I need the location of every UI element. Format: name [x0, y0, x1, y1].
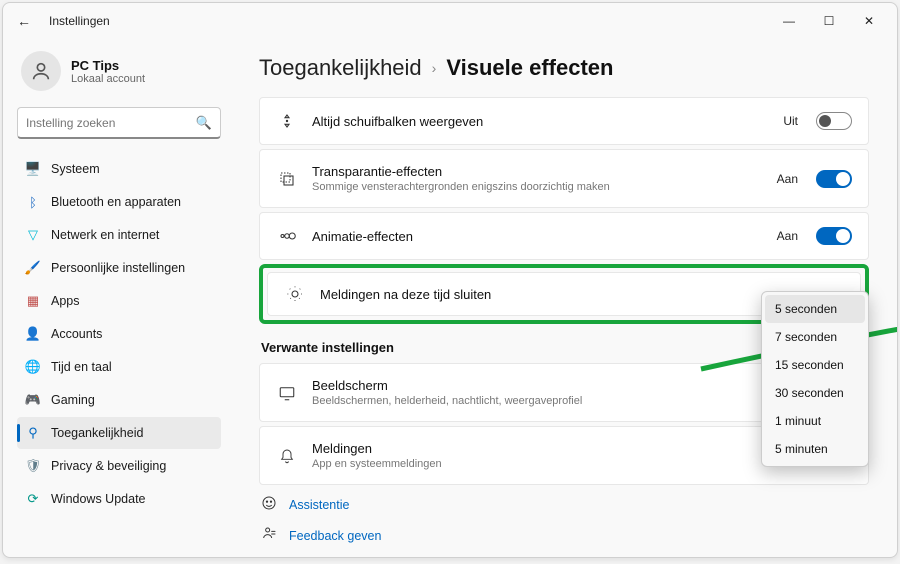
back-button[interactable]: ←	[17, 13, 37, 29]
window-title: Instellingen	[49, 14, 110, 28]
pers-icon: 🖌️	[25, 260, 41, 276]
row-notifs-sub: App en systeemmeldingen	[312, 458, 827, 470]
sidebar-item-label: Tijd en taal	[51, 360, 112, 374]
link-assist-label: Assistentie	[289, 498, 349, 512]
content-pane: Toegankelijkheid › Visuele effecten Alti…	[231, 39, 897, 557]
sidebar-item-label: Privacy & beveiliging	[51, 459, 166, 473]
minimize-button[interactable]: —	[769, 7, 809, 35]
row-transparency-state: Aan	[777, 172, 798, 186]
sidebar-item-game[interactable]: 🎮 Gaming	[17, 384, 221, 416]
dropdown-option[interactable]: 5 minuten	[765, 435, 865, 463]
sidebar-item-net[interactable]: ▽ Netwerk en internet	[17, 219, 221, 251]
sidebar-item-time[interactable]: 🌐 Tijd en taal	[17, 351, 221, 383]
chevron-right-icon: ›	[432, 60, 437, 76]
toggle-scrollbars[interactable]	[816, 112, 852, 130]
sidebar-item-system[interactable]: 🖥️ Systeem	[17, 153, 221, 185]
sidebar-item-label: Toegankelijkheid	[51, 426, 143, 440]
sidebar: PC Tips Lokaal account 🔍 🖥️ Systeem ᛒ Bluet…	[3, 39, 231, 557]
scrollbar-icon	[276, 113, 298, 129]
row-scrollbars-title: Altijd schuifbalken weergeven	[312, 114, 769, 129]
row-display-title: Beeldscherm	[312, 378, 827, 393]
acct-icon: 👤	[25, 326, 41, 342]
breadcrumb-parent[interactable]: Toegankelijkheid	[259, 55, 422, 81]
dropdown-option[interactable]: 1 minuut	[765, 407, 865, 435]
row-animation-state: Aan	[777, 229, 798, 243]
profile-sub: Lokaal account	[71, 73, 145, 85]
link-feedback-label: Feedback geven	[289, 529, 381, 543]
row-transparency-title: Transparantie-effecten	[312, 164, 763, 179]
sidebar-item-label: Apps	[51, 294, 80, 308]
row-scrollbars[interactable]: Altijd schuifbalken weergeven Uit	[259, 97, 869, 145]
bt-icon: ᛒ	[25, 194, 41, 210]
system-icon: 🖥️	[25, 161, 41, 177]
nav-list: 🖥️ Systeem ᛒ Bluetooth en apparaten ▽ Netwerk…	[17, 153, 221, 515]
transparency-icon	[276, 170, 298, 188]
sidebar-item-label: Gaming	[51, 393, 95, 407]
dropdown-option[interactable]: 7 seconden	[765, 323, 865, 351]
row-notifs-title: Meldingen	[312, 441, 827, 456]
brightness-icon	[284, 285, 306, 303]
sidebar-item-apps[interactable]: ▦ Apps	[17, 285, 221, 317]
sidebar-item-label: Systeem	[51, 162, 100, 176]
update-icon: ⟳	[25, 491, 41, 507]
bell-icon	[276, 447, 298, 465]
close-button[interactable]: ✕	[849, 7, 889, 35]
page-title: Visuele effecten	[446, 55, 613, 81]
animation-icon	[276, 229, 298, 243]
sidebar-item-label: Windows Update	[51, 492, 146, 506]
link-feedback[interactable]: Feedback geven	[259, 520, 869, 551]
dropdown-option[interactable]: 5 seconden	[765, 295, 865, 323]
sidebar-item-pers[interactable]: 🖌️ Persoonlijke instellingen	[17, 252, 221, 284]
time-icon: 🌐	[25, 359, 41, 375]
sidebar-item-bt[interactable]: ᛒ Bluetooth en apparaten	[17, 186, 221, 218]
row-transparency-sub: Sommige vensterachtergronden enigszins d…	[312, 181, 763, 193]
sidebar-item-label: Netwerk en internet	[51, 228, 159, 242]
sidebar-item-priv[interactable]: 🛡 Privacy & beveiliging	[17, 450, 221, 482]
sidebar-item-label: Persoonlijke instellingen	[51, 261, 185, 275]
search-input[interactable]	[26, 116, 196, 130]
sidebar-item-label: Accounts	[51, 327, 102, 341]
row-scrollbars-state: Uit	[783, 114, 798, 128]
avatar-icon	[21, 51, 61, 91]
feedback-icon	[261, 526, 279, 545]
sidebar-item-access[interactable]: ⚲ Toegankelijkheid	[17, 417, 221, 449]
sidebar-item-acct[interactable]: 👤 Accounts	[17, 318, 221, 350]
dropdown-option[interactable]: 15 seconden	[765, 351, 865, 379]
sidebar-item-update[interactable]: ⟳ Windows Update	[17, 483, 221, 515]
profile-name: PC Tips	[71, 58, 145, 73]
profile-block[interactable]: PC Tips Lokaal account	[17, 45, 221, 105]
toggle-transparency[interactable]	[816, 170, 852, 188]
net-icon: ▽	[25, 227, 41, 243]
access-icon: ⚲	[25, 425, 41, 441]
toggle-animation[interactable]	[816, 227, 852, 245]
link-assist[interactable]: Assistentie	[259, 489, 869, 520]
row-animation[interactable]: Animatie-effecten Aan	[259, 212, 869, 260]
game-icon: 🎮	[25, 392, 41, 408]
priv-icon: 🛡	[25, 458, 41, 474]
row-display-sub: Beeldschermen, helderheid, nachtlicht, w…	[312, 395, 827, 407]
row-transparency[interactable]: Transparantie-effecten Sommige vensterac…	[259, 149, 869, 208]
maximize-button[interactable]: ☐	[809, 7, 849, 35]
breadcrumb: Toegankelijkheid › Visuele effecten	[259, 55, 869, 81]
dropdown-option[interactable]: 30 seconden	[765, 379, 865, 407]
timeout-dropdown[interactable]: 5 seconden7 seconden15 seconden30 second…	[761, 291, 869, 467]
monitor-icon	[276, 385, 298, 401]
row-animation-title: Animatie-effecten	[312, 229, 763, 244]
assist-icon	[261, 495, 279, 514]
search-box[interactable]: 🔍	[17, 107, 221, 139]
titlebar: ← Instellingen — ☐ ✕	[3, 3, 897, 39]
apps-icon: ▦	[25, 293, 41, 309]
search-icon: 🔍	[196, 115, 212, 131]
settings-window: ← Instellingen — ☐ ✕ PC Tips Lokaal acco…	[2, 2, 898, 558]
sidebar-item-label: Bluetooth en apparaten	[51, 195, 181, 209]
